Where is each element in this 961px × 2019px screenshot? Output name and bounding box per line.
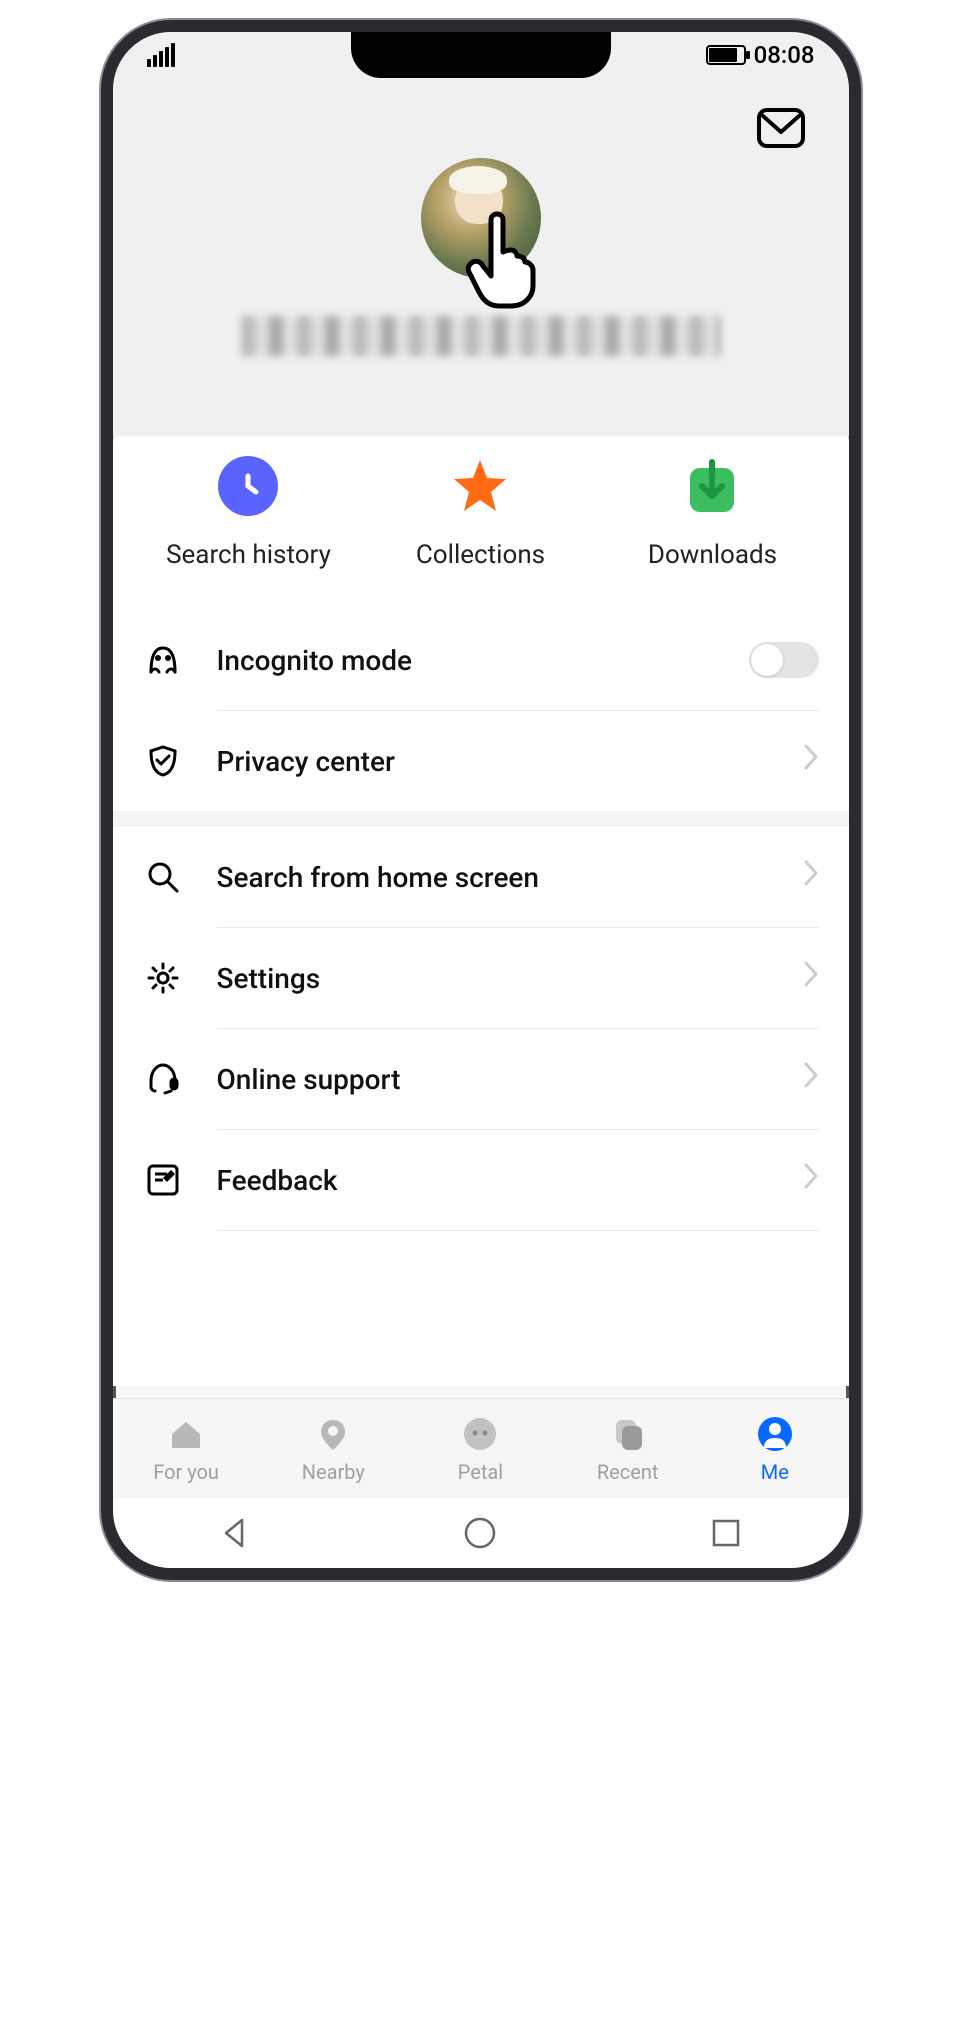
- settings-card: Search history Collections Downloads: [113, 406, 849, 1386]
- clock-icon: [218, 456, 278, 516]
- headset-icon: [143, 1059, 183, 1099]
- chevron-right-icon: [803, 859, 819, 895]
- search-history-button[interactable]: Search history: [134, 456, 364, 570]
- downloads-label: Downloads: [598, 540, 828, 570]
- downloads-button[interactable]: Downloads: [598, 456, 828, 570]
- settings-row[interactable]: Settings: [113, 928, 849, 1028]
- notch: [351, 32, 611, 78]
- face-icon: [460, 1414, 500, 1454]
- back-button[interactable]: [218, 1516, 252, 1550]
- nav-for-you[interactable]: For you: [113, 1414, 260, 1484]
- nav-petal[interactable]: Petal: [407, 1414, 554, 1484]
- feedback-icon: [143, 1160, 183, 1200]
- profile-section: [113, 78, 849, 436]
- online-support-label: Online support: [217, 1063, 803, 1096]
- recent-icon: [608, 1414, 648, 1454]
- nav-recent-label: Recent: [554, 1460, 701, 1484]
- nav-me-label: Me: [701, 1460, 848, 1484]
- incognito-row[interactable]: Incognito mode: [113, 610, 849, 710]
- avatar-button[interactable]: [421, 158, 541, 278]
- chevron-right-icon: [803, 743, 819, 779]
- privacy-center-label: Privacy center: [217, 745, 803, 778]
- chevron-right-icon: [803, 1061, 819, 1097]
- collections-button[interactable]: Collections: [366, 456, 596, 570]
- feedback-label: Feedback: [217, 1164, 803, 1197]
- phone-frame: 08:08 Search history: [101, 20, 861, 1580]
- chevron-right-icon: [803, 960, 819, 996]
- home-icon: [166, 1414, 206, 1454]
- shield-check-icon: [143, 741, 183, 781]
- nav-me[interactable]: Me: [701, 1414, 848, 1484]
- search-icon: [143, 857, 183, 897]
- signal-icon: [147, 43, 175, 67]
- nav-recent[interactable]: Recent: [554, 1414, 701, 1484]
- nav-nearby-label: Nearby: [260, 1460, 407, 1484]
- privacy-center-row[interactable]: Privacy center: [113, 711, 849, 811]
- gear-icon: [143, 958, 183, 998]
- search-home-row[interactable]: Search from home screen: [113, 827, 849, 927]
- incognito-toggle[interactable]: [749, 642, 819, 678]
- search-home-label: Search from home screen: [217, 861, 803, 894]
- nav-nearby[interactable]: Nearby: [260, 1414, 407, 1484]
- nav-for-you-label: For you: [113, 1460, 260, 1484]
- incognito-label: Incognito mode: [217, 644, 749, 677]
- username-blurred: [241, 316, 721, 356]
- overview-button[interactable]: [709, 1516, 743, 1550]
- collections-label: Collections: [366, 540, 596, 570]
- incognito-icon: [143, 640, 183, 680]
- home-button[interactable]: [463, 1516, 497, 1550]
- person-icon: [755, 1414, 795, 1454]
- battery-icon: [706, 45, 746, 65]
- star-icon: [450, 456, 510, 516]
- settings-label: Settings: [217, 962, 803, 995]
- quick-actions-row: Search history Collections Downloads: [113, 436, 849, 610]
- search-history-label: Search history: [134, 540, 364, 570]
- mail-button[interactable]: [757, 108, 805, 152]
- section-gap: [113, 811, 849, 827]
- pin-icon: [313, 1414, 353, 1454]
- pointer-icon: [461, 210, 541, 314]
- divider: [217, 1230, 819, 1231]
- system-nav: [113, 1498, 849, 1568]
- bottom-nav: For you Nearby Petal Recent Me: [113, 1398, 849, 1498]
- online-support-row[interactable]: Online support: [113, 1029, 849, 1129]
- feedback-row[interactable]: Feedback: [113, 1130, 849, 1230]
- status-time: 08:08: [754, 41, 815, 69]
- download-icon: [682, 456, 742, 516]
- chevron-right-icon: [803, 1162, 819, 1198]
- nav-petal-label: Petal: [407, 1460, 554, 1484]
